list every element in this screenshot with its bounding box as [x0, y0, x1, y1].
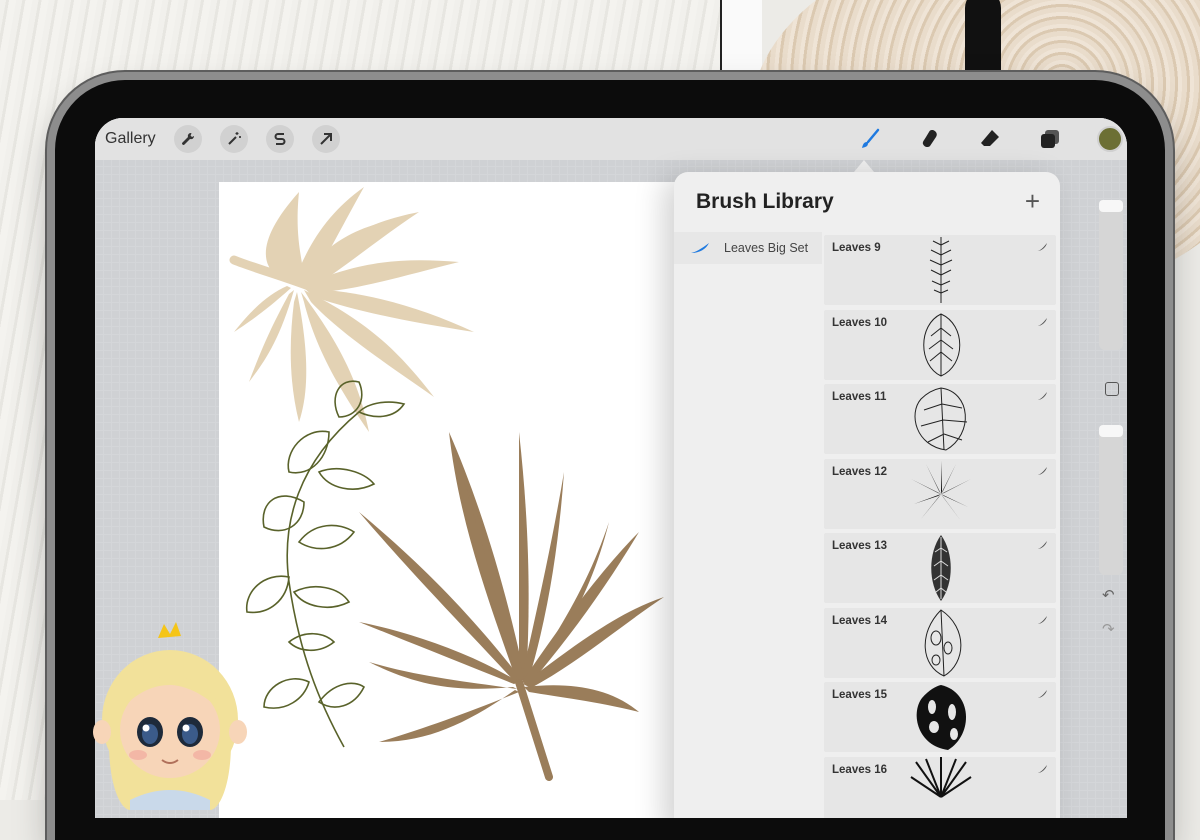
selection-s-icon[interactable] — [265, 125, 294, 153]
brush-name: Leaves 9 — [832, 242, 881, 254]
spotted-leaf-preview-icon — [924, 608, 962, 677]
brush-item[interactable]: Leaves 12 — [824, 458, 1056, 529]
brush-stroke-icon — [1037, 615, 1047, 624]
magic-wand-icon[interactable] — [219, 125, 248, 153]
brush-item[interactable]: Leaves 9 — [824, 235, 1056, 305]
brush-name: Leaves 15 — [832, 689, 887, 701]
fan-lines-preview-icon — [910, 756, 972, 798]
oval-leaf-preview-icon — [923, 312, 961, 377]
brush-stroke-icon — [1037, 764, 1047, 773]
palm-fan-preview-icon — [911, 460, 971, 521]
brown-palm-leaf — [359, 432, 664, 781]
redo-button[interactable]: ↷ — [1102, 620, 1115, 638]
eucalyptus-branch — [246, 380, 406, 748]
brush-item[interactable]: Leaves 13 — [824, 533, 1056, 603]
wrench-icon[interactable] — [173, 125, 202, 153]
brush-item[interactable]: Leaves 11 — [824, 384, 1056, 454]
brush-stroke-icon — [1037, 243, 1047, 251]
girl-mascot-illustration — [93, 622, 247, 810]
undo-button[interactable]: ↶ — [1102, 586, 1115, 604]
brush-stroke-icon — [1037, 690, 1047, 698]
brush-item[interactable]: Leaves 10 — [824, 309, 1056, 380]
brush-set-label: Leaves Big Set — [724, 241, 809, 255]
panel-title: Brush Library — [696, 190, 834, 213]
brush-stroke-icon — [1037, 317, 1047, 326]
brush-name: Leaves 10 — [832, 316, 887, 329]
brush-item[interactable]: Leaves 16 — [824, 756, 1056, 818]
eraser-icon[interactable] — [977, 126, 1003, 152]
brush-icon[interactable] — [857, 126, 883, 152]
modify-button[interactable] — [1105, 382, 1119, 396]
brush-stroke-icon — [1037, 392, 1047, 400]
brush-list: Leaves 9 Leaves 10 Leaves 11 Leaves 12 L… — [824, 235, 1056, 818]
layers-icon[interactable] — [1037, 126, 1063, 152]
slim-leaf-preview-icon — [931, 535, 951, 601]
monstera-filled-preview-icon — [916, 685, 967, 750]
transform-arrow-icon[interactable] — [311, 125, 340, 153]
fern-preview-icon — [929, 237, 953, 303]
brush-stroke-icon — [1037, 466, 1047, 475]
brush-size-slider[interactable] — [1099, 200, 1123, 350]
opacity-slider[interactable] — [1099, 425, 1123, 575]
brush-name: Leaves 11 — [832, 391, 887, 403]
brush-name: Leaves 13 — [832, 540, 887, 552]
brush-library-panel: Brush Library + Leaves Big Set Leaves 9 … — [674, 172, 1060, 818]
brush-name: Leaves 12 — [832, 465, 887, 478]
add-brush-button[interactable]: + — [1025, 186, 1040, 217]
brush-stroke-icon — [1037, 541, 1047, 549]
opacity-thumb[interactable] — [1099, 425, 1123, 437]
brush-item[interactable]: Leaves 14 — [824, 607, 1056, 678]
brush-name: Leaves 16 — [832, 763, 887, 776]
gallery-button[interactable]: Gallery — [105, 130, 156, 148]
brush-item[interactable]: Leaves 15 — [824, 682, 1056, 752]
crown-icon — [158, 622, 181, 638]
color-swatch-button[interactable] — [1097, 126, 1123, 152]
brush-set-stroke-icon — [691, 243, 709, 253]
brush-set-item[interactable]: Leaves Big Set — [674, 232, 822, 264]
brush-name: Leaves 14 — [832, 614, 887, 627]
smudge-icon[interactable] — [917, 126, 943, 152]
sand-palm-leaf — [229, 187, 474, 432]
top-toolbar: Gallery — [95, 118, 1127, 160]
panel-pointer — [854, 160, 874, 172]
monstera-outline-preview-icon — [914, 387, 968, 451]
side-controls: ↶ ↷ — [1099, 200, 1123, 760]
brush-size-thumb[interactable] — [1099, 200, 1123, 212]
